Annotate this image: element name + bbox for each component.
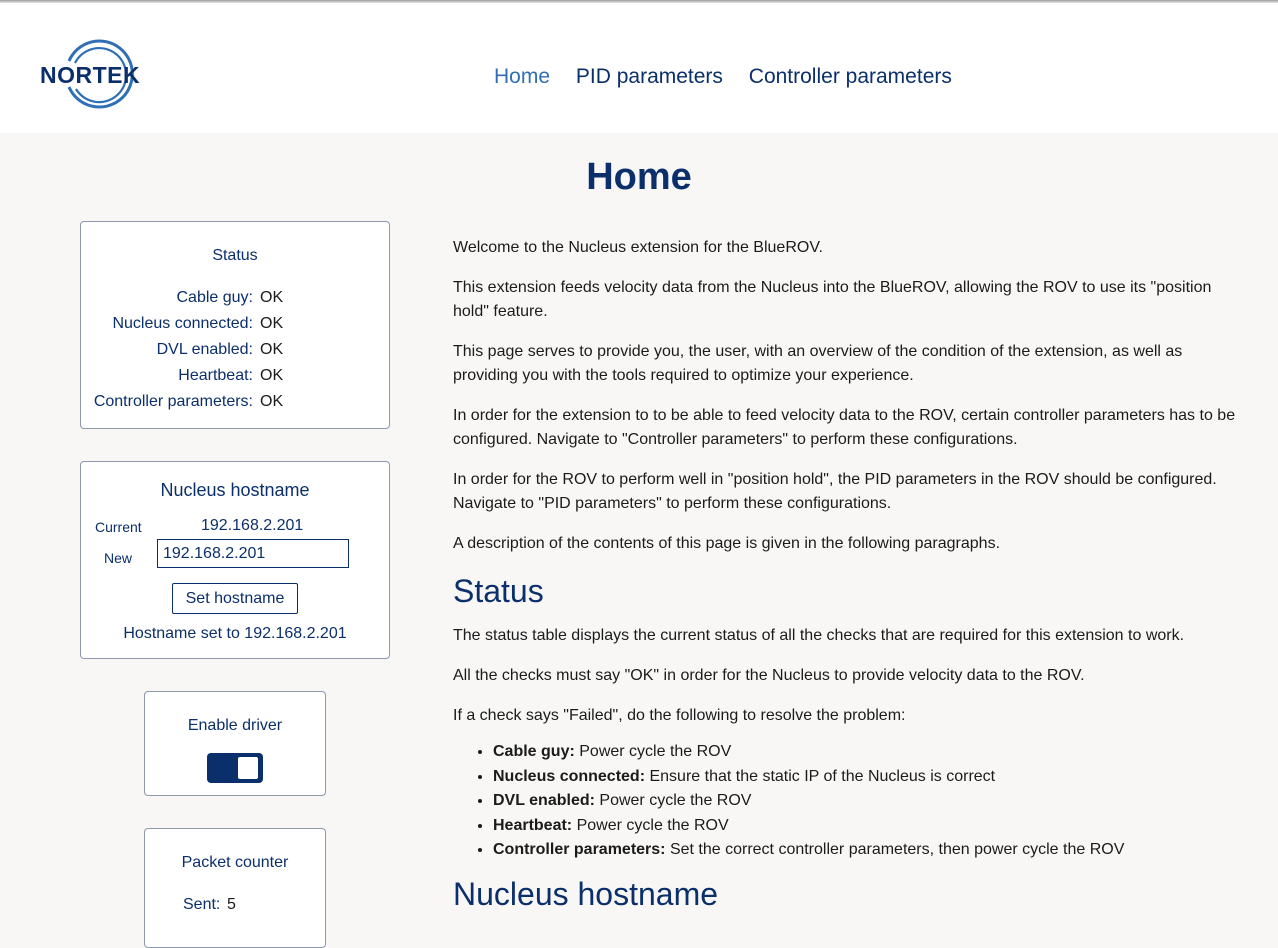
page-title: Home [586,156,692,198]
status-label: Controller parameters: [93,393,253,410]
status-paragraph: If a check says "Failed", do the followi… [453,707,906,724]
intro-paragraph: Welcome to the Nucleus extension for the… [453,239,823,256]
fix-description: Power cycle the ROV [572,816,729,834]
status-paragraph: The status table displays the current st… [453,627,1185,644]
main-nav: Home PID parameters Controller parameter… [494,65,972,89]
status-value: OK [260,393,284,410]
hostname-section-heading: Nucleus hostname [453,875,719,912]
status-value: OK [260,341,284,358]
fix-description: Power cycle the ROV [574,743,732,760]
fix-description: Ensure that the static IP of the Nucleus… [645,767,996,785]
fix-term: Controller parameters: [493,841,666,858]
packet-counter-title: Packet counter [181,854,289,871]
list-item: Controller parameters: Set the correct c… [493,838,1243,863]
list-item: Heartbeat: Power cycle the ROV [493,814,1243,839]
list-item: Nucleus connected: Ensure that the stati… [493,765,1243,790]
status-value: OK [260,367,284,384]
fix-term: Nucleus connected: [493,767,646,785]
hostname-panel: Nucleus hostname Current 192.168.2.201 N… [80,461,390,659]
driver-panel-title: Enable driver [187,717,283,734]
fix-description: Power cycle the ROV [594,792,752,809]
status-panel: Status Cable guy: OK Nucleus connected: … [80,221,390,429]
new-hostname-input[interactable] [157,539,349,568]
status-label: Heartbeat: [178,367,253,384]
intro-paragraph: In order for the ROV to perform well in … [453,471,1217,512]
nortek-logo[interactable]: NORTEK [40,39,148,111]
status-value: OK [260,315,284,332]
nav-pid-parameters[interactable]: PID parameters [576,65,723,88]
current-hostname-value: 192.168.2.201 [201,517,304,534]
svg-text:NORTEK: NORTEK [40,62,140,88]
status-panel-title: Status [212,247,258,264]
status-fix-list: Cable guy: Power cycle the ROV Nucleus c… [453,740,1243,863]
site-header: NORTEK Home PID parameters Controller pa… [0,3,1278,133]
main-content: Welcome to the Nucleus extension for the… [453,236,1243,927]
status-value: OK [260,289,284,306]
list-item: DVL enabled: Power cycle the ROV [493,789,1243,814]
intro-paragraph: This page serves to provide you, the use… [453,343,1183,384]
new-hostname-label: New [104,550,133,566]
sent-label: Sent: [183,896,221,913]
hostname-status-message: Hostname set to 192.168.2.201 [123,625,347,642]
fix-term: DVL enabled: [493,792,595,809]
intro-paragraph: In order for the extension to to be able… [453,407,1236,448]
intro-paragraph: This extension feeds velocity data from … [453,279,1212,320]
set-hostname-button[interactable]: Set hostname [172,583,298,614]
fix-term: Heartbeat: [493,816,573,834]
fix-term: Cable guy: [493,743,575,760]
nortek-logo-icon: NORTEK [40,39,140,109]
nav-controller-parameters[interactable]: Controller parameters [749,65,952,88]
list-item: Cable guy: Power cycle the ROV [493,740,1243,765]
nav-home[interactable]: Home [494,65,550,88]
status-paragraph: All the checks must say "OK" in order fo… [453,667,1085,684]
hostname-panel-title: Nucleus hostname [160,480,310,500]
driver-panel: Enable driver [144,691,326,796]
status-label: DVL enabled: [156,341,253,358]
intro-paragraph: A description of the contents of this pa… [453,535,1001,552]
packet-counter-panel: Packet counter Sent: 5 [144,828,326,948]
enable-driver-toggle[interactable] [207,753,263,783]
status-label: Nucleus connected: [112,315,253,332]
toggle-knob [238,757,258,779]
status-label: Cable guy: [176,289,254,306]
status-section-heading: Status [453,573,544,609]
fix-description: Set the correct controller parameters, t… [665,841,1125,858]
sent-value: 5 [227,896,236,913]
current-hostname-label: Current [95,519,142,535]
